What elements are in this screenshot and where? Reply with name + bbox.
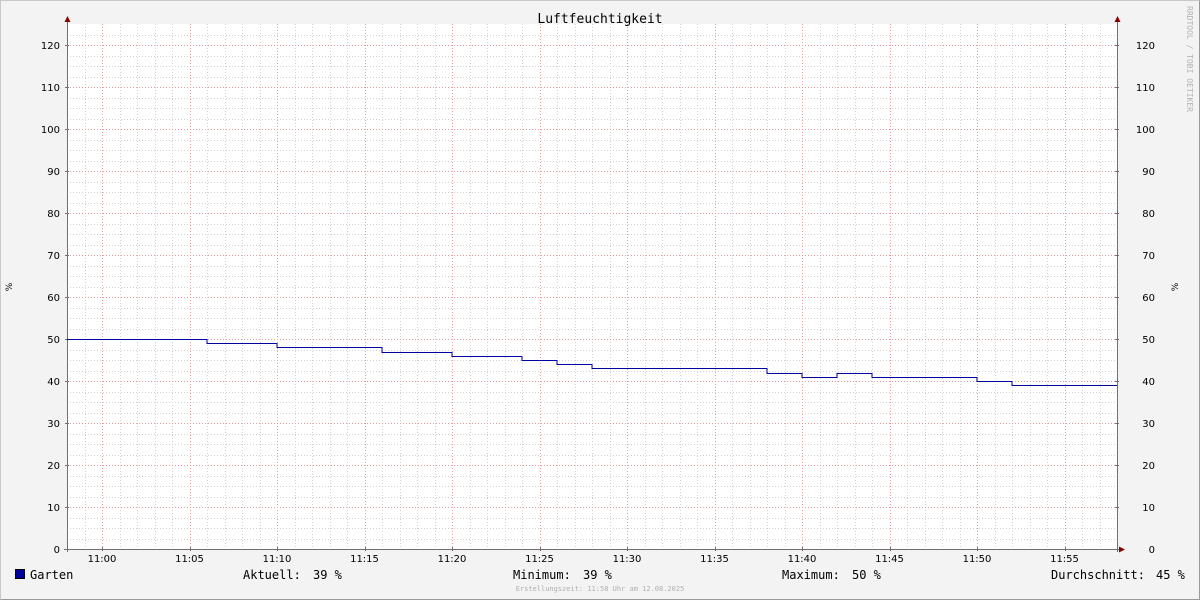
y-tick-label: 70 [47,251,60,262]
minimum-label: Minimum: [513,568,571,582]
x-tick-label: 11:00 [88,554,117,565]
y-tick-label: 100 [41,125,60,136]
x-tick-label: 11:30 [613,554,642,565]
x-tick-label: 11:10 [263,554,292,565]
y-tick-label: 10 [47,503,60,514]
x-tick-label: 11:35 [700,554,729,565]
y-tick-label: 120 [1136,41,1155,52]
y-tick-label: 90 [1142,167,1155,178]
average-label: Durchschnitt: [1051,568,1145,582]
x-tick-label: 11:40 [788,554,817,565]
y-tick-label: 40 [47,377,60,388]
x-tick-label: 11:25 [525,554,554,565]
x-tick-label: 11:20 [438,554,467,565]
rrdtool-watermark: RRDTOOL / TOBI OETIKER [1185,6,1194,112]
y-tick-label: 120 [41,41,60,52]
y-tick-label: 10 [1142,503,1155,514]
legend-swatch [15,569,25,579]
y-tick-label: 0 [1149,545,1155,556]
chart-title: Luftfeuchtigkeit [537,12,662,27]
y-tick-label: 20 [1142,461,1155,472]
y-tick-labels-left: 0 10 20 30 40 50 60 70 80 90 100 110 120 [41,41,60,556]
y-tick-label: 30 [47,419,60,430]
y-tick-label: 110 [1136,83,1155,94]
y-tick-label: 80 [47,209,60,220]
average-value: 45 % [1156,568,1185,582]
legend-series-name: Garten [30,568,74,582]
y-axis-arrow-left [64,16,71,22]
legend-bar: Garten Aktuell: 39 % Minimum: 39 % Maxim… [0,566,1200,584]
y-tick-label: 40 [1142,377,1155,388]
y-tick-labels-right: 0 10 20 30 40 50 60 70 80 90 100 110 120 [1136,41,1155,556]
x-tick-label: 11:05 [175,554,204,565]
y-tick-label: 60 [1142,293,1155,304]
humidity-chart: 0 10 20 30 40 50 60 70 80 90 100 110 120 0 10 20 30 40 50… [5,6,1194,593]
y-tick-label: 100 [1136,125,1155,136]
creation-time: Erstellungszeit: 11:58 Uhr am 12.08.2025 [516,585,685,593]
x-axis-arrow [1119,546,1125,553]
y-tick-label: 60 [47,293,60,304]
x-tick-label: 11:50 [963,554,992,565]
y-tick-label: 90 [47,167,60,178]
maximum-value: 50 % [852,568,881,582]
minimum-value: 39 % [583,568,612,582]
y-tick-label: 70 [1142,251,1155,262]
y-axis-arrow-right [1114,16,1121,22]
y-tick-label: 0 [54,545,60,556]
y-tick-label: 80 [1142,209,1155,220]
y-axis-label-left: % [5,282,15,291]
y-tick-label: 30 [1142,419,1155,430]
y-tick-label: 110 [41,83,60,94]
x-tick-labels: 11:00 11:05 11:10 11:15 11:20 11:25 11:30 11:35… [88,554,1079,565]
x-tick-label: 11:55 [1050,554,1079,565]
y-tick-label: 50 [1142,335,1155,346]
maximum-label: Maximum: [782,568,840,582]
y-axis-label-right: % [1171,282,1181,291]
x-tick-label: 11:15 [350,554,379,565]
current-value: 39 % [313,568,342,582]
x-tick-label: 11:45 [875,554,904,565]
current-label: Aktuell: [243,568,301,582]
y-tick-label: 20 [47,461,60,472]
y-tick-label: 50 [47,335,60,346]
